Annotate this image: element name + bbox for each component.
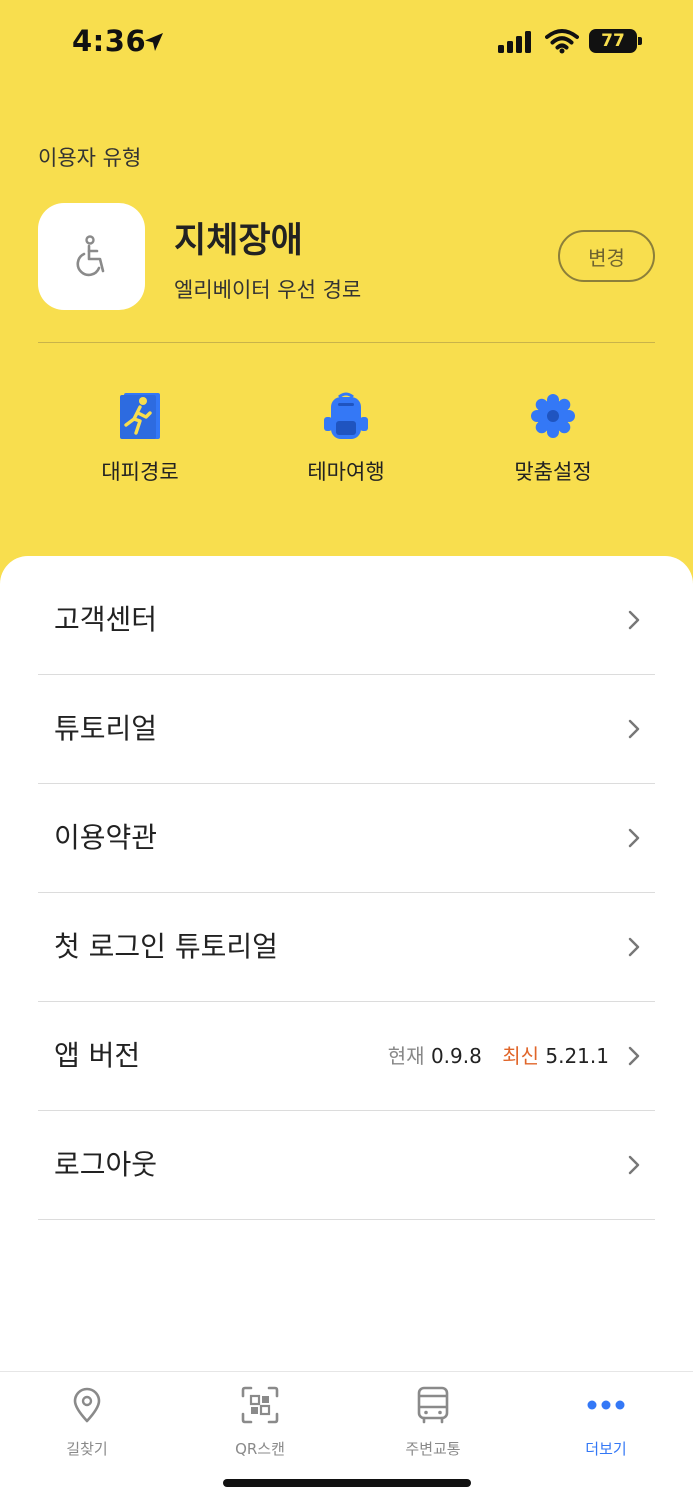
qr-scan-icon [241,1386,279,1424]
custom-settings-label: 맞춤설정 [514,460,592,484]
menu-item-label: 이용약관 [54,821,158,854]
tab-label: QR스캔 [235,1440,285,1458]
user-type-name: 지체장애 [174,221,303,261]
chevron-right-icon [628,1046,640,1066]
bus-icon [417,1386,449,1424]
menu-item-customer-center[interactable]: 고객센터 [38,566,655,675]
chevron-right-icon [628,828,640,848]
user-type-description: 엘리베이터 우선 경로 [174,278,362,302]
current-version-label: 현재 [387,1044,425,1068]
profile-header: 4:36 77 이용자 유형 지체장애 엘리베이터 우선 경로 변경 대피경로 … [0,0,693,600]
home-indicator[interactable] [223,1479,471,1487]
latest-version-value: 5.21.1 [545,1044,609,1068]
chevron-right-icon [628,1155,640,1175]
tab-nearby-transit[interactable]: 주변교통 [373,1384,493,1459]
menu-item-tutorial[interactable]: 튜토리얼 [38,675,655,784]
battery-indicator: 77 [589,29,637,53]
current-version-value: 0.9.8 [430,1044,482,1068]
location-pin-icon [73,1387,101,1423]
menu-item-terms[interactable]: 이용약관 [38,784,655,893]
gear-icon [531,394,575,438]
header-divider [38,342,655,343]
status-bar: 4:36 77 [0,0,693,84]
menu-item-first-login-tutorial[interactable]: 첫 로그인 튜토리얼 [38,893,655,1002]
tab-label: 길찾기 [66,1440,108,1458]
wheelchair-icon [76,234,104,276]
backpack-icon [324,392,368,439]
latest-version-label: 최신 [502,1044,540,1068]
user-type-avatar [38,203,145,310]
tab-directions[interactable]: 길찾기 [27,1384,147,1459]
tab-more[interactable]: 더보기 [546,1384,666,1459]
user-type-section-label: 이용자 유형 [38,146,142,170]
menu-item-app-version[interactable]: 앱 버전 현재 0.9.8 최신 5.21.1 [38,1002,655,1111]
menu-item-label: 고객센터 [54,603,158,636]
menu-sheet: 고객센터 튜토리얼 이용약관 첫 로그인 튜토리얼 앱 버전 현재 0.9.8 … [0,556,693,1371]
menu-item-logout[interactable]: 로그아웃 [38,1111,655,1220]
tab-label: 더보기 [585,1440,627,1458]
evacuation-route-button[interactable]: 대피경로 [65,388,215,486]
menu-item-label: 튜토리얼 [54,712,158,745]
menu-item-label: 로그아웃 [54,1148,158,1181]
version-info: 현재 0.9.8 최신 5.21.1 [388,1002,609,1110]
chevron-right-icon [628,719,640,739]
wifi-icon [545,29,579,54]
location-arrow-icon [145,33,163,51]
battery-tip [638,37,642,45]
tab-qr-scan[interactable]: QR스캔 [200,1384,320,1459]
evacuation-icon [120,393,160,439]
theme-travel-button[interactable]: 테마여행 [271,388,421,486]
chevron-right-icon [628,610,640,630]
change-user-type-button[interactable]: 변경 [558,230,655,282]
menu-item-label: 첫 로그인 튜토리얼 [54,930,278,963]
signal-icon [498,31,531,53]
theme-travel-label: 테마여행 [307,460,385,484]
menu-item-label: 앱 버전 [54,1039,141,1072]
custom-settings-button[interactable]: 맞춤설정 [478,388,628,486]
chevron-right-icon [628,937,640,957]
status-time: 4:36 [72,24,147,58]
tab-label: 주변교통 [405,1440,461,1458]
evacuation-route-label: 대피경로 [101,460,179,484]
more-dots-icon [587,1400,625,1410]
